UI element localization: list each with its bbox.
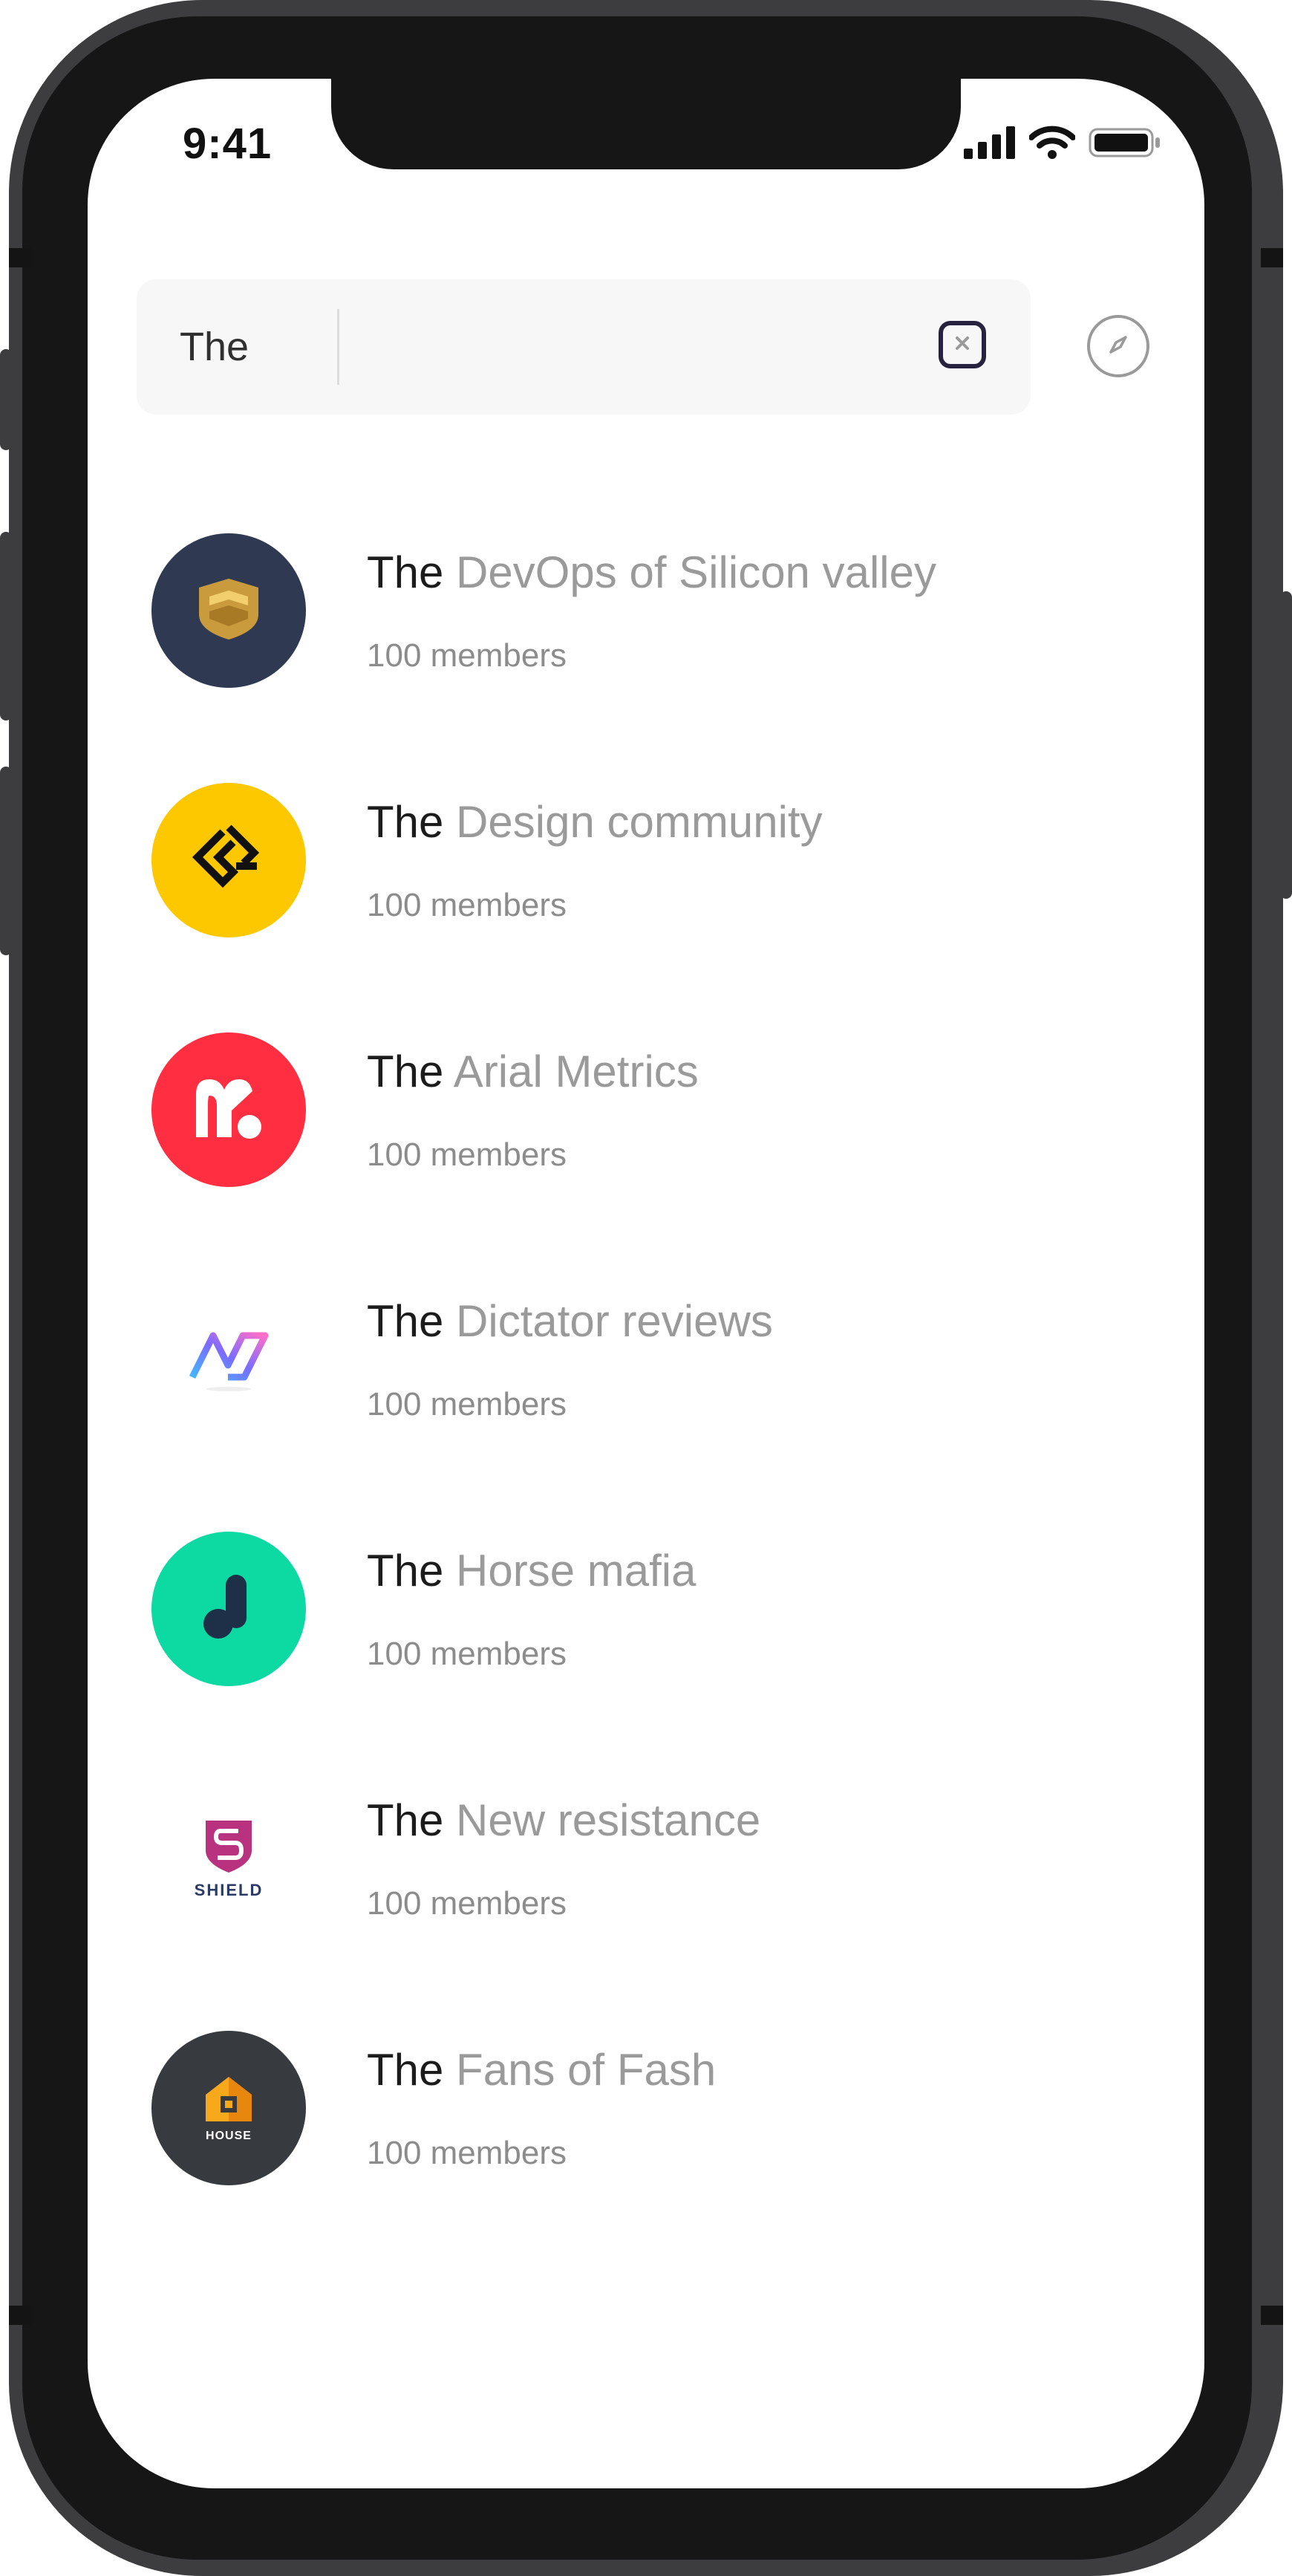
group-name: The Horse mafia [367, 1545, 696, 1596]
shield-logo [203, 1818, 255, 1878]
antenna-band [9, 2306, 31, 2325]
group-name-rest: Fans of Fash [443, 2045, 717, 2095]
group-name-match: The [367, 2045, 444, 2095]
group-list-item[interactable]: The DevOps of Silicon valley 100 members [88, 533, 1204, 756]
group-name: The Fans of Fash [367, 2044, 716, 2095]
member-count: 100 members [367, 887, 567, 923]
antenna-band [9, 248, 31, 267]
group-name: The New resistance [367, 1795, 760, 1846]
member-count: 100 members [367, 1386, 567, 1422]
group-avatar [151, 783, 306, 937]
status-icons [964, 126, 1161, 163]
group-avatar: HOUSE [151, 2031, 306, 2185]
member-count: 100 members [367, 637, 567, 674]
group-list-item[interactable]: The Horse mafia 100 members [88, 1532, 1204, 1754]
search-query[interactable]: The [180, 279, 249, 414]
antenna-band [1261, 248, 1283, 267]
group-avatar [151, 1282, 306, 1437]
group-avatar: SHIELD [151, 1781, 306, 1936]
diamond-arrow-logo [192, 822, 266, 900]
group-name-rest: New resistance [443, 1795, 761, 1845]
house-logo-text: HOUSE [206, 2129, 252, 2142]
group-name-rest: Design community [443, 797, 823, 847]
clear-search-button[interactable] [939, 321, 986, 368]
screen: 9:41 The The DevOps of Silicon valley 10… [88, 79, 1204, 2488]
group-name: The Dictator reviews [367, 1295, 773, 1347]
text-cursor [337, 309, 339, 385]
group-name-match: The [367, 797, 444, 847]
volume-down-button [0, 767, 12, 955]
group-name-match: The [367, 1795, 444, 1845]
group-name-match: The [367, 1546, 444, 1596]
compass-icon [1103, 330, 1133, 363]
j-letter-logo [199, 1572, 258, 1647]
shield-logo-text: SHIELD [194, 1880, 264, 1899]
group-name: The DevOps of Silicon valley [367, 547, 936, 598]
group-name-rest: DevOps of Silicon valley [443, 547, 936, 597]
volume-up-button [0, 532, 12, 721]
cellular-signal-icon [964, 126, 1016, 163]
group-list-item[interactable]: The Arial Metrics 100 members [88, 1032, 1204, 1255]
member-count: 100 members [367, 2135, 567, 2171]
m-letter-logo [193, 1076, 264, 1144]
battery-icon [1089, 126, 1161, 163]
group-name-rest: Horse mafia [443, 1546, 696, 1596]
shield-crest-logo [195, 577, 263, 645]
member-count: 100 members [367, 1136, 567, 1173]
gradient-n-logo [188, 1322, 270, 1397]
group-list-item[interactable]: SHIELD The New resistance 100 members [88, 1781, 1204, 2004]
close-icon [953, 334, 971, 356]
group-name-match: The [367, 1047, 444, 1096]
power-button [1280, 591, 1292, 899]
house-logo [203, 2074, 255, 2127]
member-count: 100 members [367, 1636, 567, 1672]
wifi-icon [1028, 126, 1076, 163]
group-list-item[interactable]: The Design community 100 members [88, 783, 1204, 1006]
status-time: 9:41 [183, 120, 273, 168]
group-list-item[interactable]: The Dictator reviews 100 members [88, 1282, 1204, 1505]
group-name: The Design community [367, 796, 823, 848]
group-avatar [151, 533, 306, 688]
notch [331, 79, 961, 169]
group-name: The Arial Metrics [367, 1046, 699, 1097]
group-name-rest: Dictator reviews [443, 1296, 773, 1346]
group-name-match: The [367, 1296, 444, 1346]
group-list-item[interactable]: HOUSE The Fans of Fash 100 members [88, 2031, 1204, 2254]
antenna-band [1261, 2306, 1283, 2325]
group-avatar [151, 1032, 306, 1187]
silent-switch [0, 349, 12, 450]
group-avatar [151, 1532, 306, 1686]
group-name-match: The [367, 547, 444, 597]
search-input[interactable]: The [137, 279, 1031, 414]
member-count: 100 members [367, 1885, 567, 1922]
group-name-rest: Arial Metrics [443, 1047, 699, 1096]
explore-button[interactable] [1087, 315, 1149, 377]
